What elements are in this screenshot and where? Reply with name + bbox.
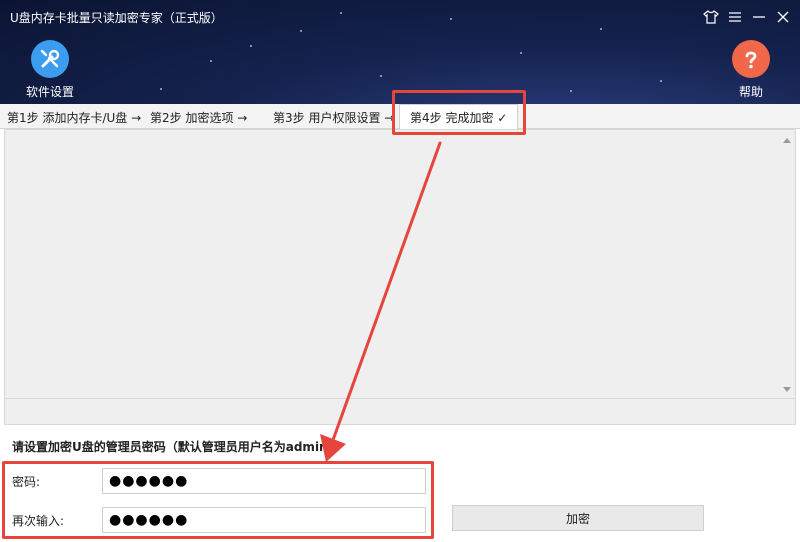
settings-label: 软件设置 xyxy=(25,85,74,99)
help-button[interactable]: 帮助 xyxy=(721,40,781,100)
password-label: 密码: xyxy=(12,475,41,489)
step-tabs: 第1步 添加内存卡/U盘 → 第2步 加密选项 → 第3步 用户权限设置 → 第… xyxy=(0,104,800,130)
close-icon[interactable] xyxy=(772,6,794,28)
title-bar: U盘内存卡批量只读加密专家（正式版） 软件设置 帮助 xyxy=(0,0,800,104)
app-title: U盘内存卡批量只读加密专家（正式版） xyxy=(10,11,223,25)
confirm-password-input[interactable] xyxy=(102,507,426,533)
encrypt-button[interactable]: 加密 xyxy=(452,505,704,531)
password-input[interactable] xyxy=(102,468,426,494)
question-mark-icon xyxy=(732,40,770,78)
tab-step-2[interactable]: 第2步 加密选项 → xyxy=(150,109,247,126)
menu-icon[interactable] xyxy=(724,6,746,28)
skin-icon[interactable] xyxy=(700,6,722,28)
horizontal-scrollbar[interactable] xyxy=(4,399,796,425)
scroll-down-icon[interactable] xyxy=(783,387,791,392)
minimize-icon[interactable] xyxy=(748,6,770,28)
device-list-panel xyxy=(4,129,796,399)
tab-step-4[interactable]: 第4步 完成加密 ✓ xyxy=(399,104,519,130)
vertical-scrollbar[interactable] xyxy=(779,130,795,398)
form-title: 请设置加密U盘的管理员密码（默认管理员用户名为admin） xyxy=(12,440,340,454)
tab-step-3[interactable]: 第3步 用户权限设置 → xyxy=(273,109,394,126)
settings-button[interactable]: 软件设置 xyxy=(20,40,80,100)
help-label: 帮助 xyxy=(738,85,763,99)
tab-step-1[interactable]: 第1步 添加内存卡/U盘 → xyxy=(7,109,141,126)
scroll-up-icon[interactable] xyxy=(783,138,791,143)
confirm-password-label: 再次输入: xyxy=(12,514,65,528)
wrench-screwdriver-icon xyxy=(31,40,69,78)
